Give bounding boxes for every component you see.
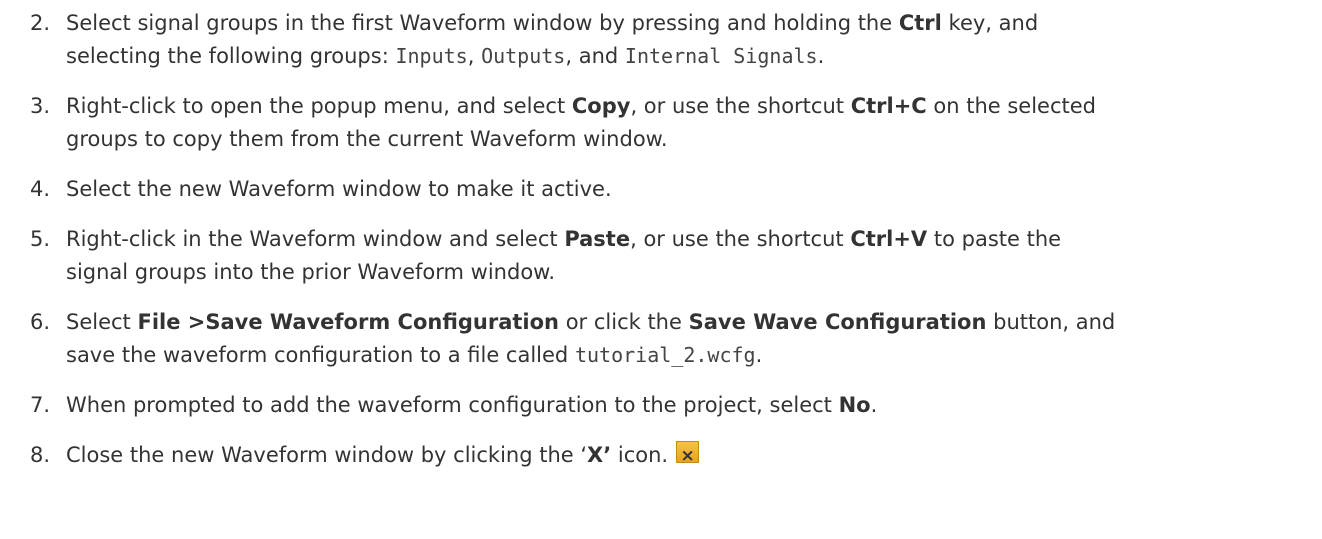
step-line: Close the new Waveform window by clickin…: [66, 439, 1311, 472]
text-run: save the waveform configuration to a fil…: [66, 343, 575, 367]
text-run: , and: [565, 44, 625, 68]
text-run: groups to copy them from the current Wav…: [66, 127, 668, 151]
code-term: Internal Signals: [624, 44, 818, 68]
text-run: Select the new Waveform window to make i…: [66, 177, 612, 201]
bold-term: Ctrl: [898, 11, 942, 35]
text-run: selecting the following groups:: [66, 44, 396, 68]
text-run: on the selected: [926, 94, 1096, 118]
step-number: 5.: [29, 227, 50, 251]
text-run: to paste the: [927, 227, 1062, 251]
code-term: Outputs: [481, 44, 566, 68]
step-line: selecting the following groups: Inputs , …: [66, 40, 1311, 73]
text-run: Right-click in the Waveform window and s…: [66, 227, 565, 251]
text-run: Close the new Waveform window by clickin…: [66, 443, 588, 467]
code-term: tutorial_2.wcfg: [574, 343, 756, 367]
text-run: When prompted to add the waveform config…: [66, 393, 839, 417]
step-line: groups to copy them from the current Wav…: [66, 123, 1311, 156]
step-text: When prompted to add the waveform config…: [66, 389, 1311, 422]
step-text: Select File >Save Waveform Configuration…: [66, 306, 1311, 372]
close-x-glyph: ×: [680, 446, 695, 466]
step-line: signal groups into the prior Waveform wi…: [66, 256, 1311, 289]
step-line: Select the new Waveform window to make i…: [66, 173, 1311, 206]
text-run: .: [755, 343, 763, 367]
step-item: 7. When prompted to add the waveform conf…: [0, 389, 1322, 422]
text-run: signal groups into the prior Waveform wi…: [66, 260, 556, 284]
bold-term: Copy: [571, 94, 631, 118]
text-run: Select signal groups in the first Wavefo…: [66, 11, 899, 35]
step-line: save the waveform configuration to a fil…: [66, 339, 1311, 372]
close-x-icon: ×: [676, 441, 700, 466]
bold-term: Paste: [564, 227, 631, 251]
step-line: Select signal groups in the first Wavefo…: [66, 7, 1311, 40]
bold-term: Save Wave Configuration: [688, 310, 987, 334]
code-term: Inputs: [395, 44, 468, 68]
step-number: 2.: [29, 11, 50, 35]
text-run: icon.: [611, 443, 669, 467]
step-number: 4.: [29, 177, 50, 201]
bold-term: File >Save Waveform Configuration: [137, 310, 560, 334]
text-run: key, and: [941, 11, 1039, 35]
step-text: Right-click in the Waveform window and s…: [66, 223, 1311, 289]
text-run: button, and: [986, 310, 1116, 334]
step-line: Select File >Save Waveform Configuration…: [66, 306, 1311, 339]
text-run: Right-click to open the popup menu, and …: [66, 94, 572, 118]
step-number: 6.: [29, 310, 50, 334]
step-text: Select the new Waveform window to make i…: [66, 173, 1311, 206]
step-line: Right-click in the Waveform window and s…: [66, 223, 1311, 256]
text-run: , or use the shortcut: [630, 94, 851, 118]
bold-term: Ctrl+C: [850, 94, 927, 118]
instruction-steps: 2. Select signal groups in the first Wave…: [0, 0, 1322, 472]
step-number: 8.: [29, 443, 50, 467]
bold-term: Ctrl+V: [850, 227, 928, 251]
step-item: 3. Right-click to open the popup menu, an…: [0, 90, 1322, 156]
bold-term: No: [838, 393, 871, 417]
step-number: 3.: [29, 94, 50, 118]
step-item: 2. Select signal groups in the first Wave…: [0, 7, 1322, 73]
step-line: Right-click to open the popup menu, and …: [66, 90, 1311, 123]
text-run: , or use the shortcut: [630, 227, 851, 251]
step-text: Right-click to open the popup menu, and …: [66, 90, 1311, 156]
step-text: Select signal groups in the first Wavefo…: [66, 7, 1311, 73]
step-text: Close the new Waveform window by clickin…: [66, 439, 1311, 472]
text-run: Select: [66, 310, 138, 334]
text-run: .: [870, 393, 878, 417]
step-item: 6. Select File >Save Waveform Configurati…: [0, 306, 1322, 372]
text-run: .: [817, 44, 825, 68]
step-item: 5. Right-click in the Waveform window and…: [0, 223, 1322, 289]
text-run: ,: [467, 44, 482, 68]
step-number: 7.: [29, 393, 50, 417]
step-line: When prompted to add the waveform config…: [66, 389, 1311, 422]
text-run: or click the: [559, 310, 689, 334]
step-item: 4. Select the new Waveform window to make…: [0, 173, 1322, 206]
step-item: 8. Close the new Waveform window by click…: [0, 439, 1322, 472]
bold-term: X’: [587, 443, 612, 467]
